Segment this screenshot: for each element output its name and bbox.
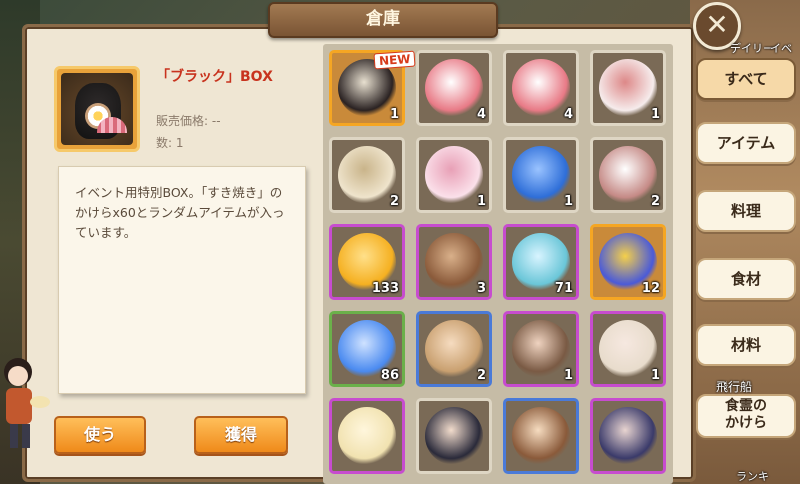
item-count: 1 xyxy=(650,107,660,122)
item-slot[interactable] xyxy=(329,398,405,474)
item-slot[interactable]: 3 xyxy=(416,224,492,300)
clay-pot-icon xyxy=(425,233,483,291)
item-slot[interactable]: 2 xyxy=(329,137,405,213)
item-count: 2 xyxy=(650,194,660,209)
item-count: 1 xyxy=(476,194,486,209)
item-quantity: 数: 1 xyxy=(156,136,184,150)
item-slot[interactable]: 133 xyxy=(329,224,405,300)
tab-5[interactable]: 食霊の かけら xyxy=(696,394,796,438)
brown-eye-spirit-icon xyxy=(599,146,657,204)
cream-spirit-icon xyxy=(338,146,396,204)
item-description: イベント用特別BOX。「すき焼き」のかけらx60とランダムアイテムが入っています… xyxy=(58,166,306,394)
item-slot[interactable] xyxy=(416,398,492,474)
item-slot[interactable]: 1 xyxy=(590,311,666,387)
item-count: 12 xyxy=(641,281,660,296)
item-slot[interactable]: 2 xyxy=(416,311,492,387)
window-title: 倉庫 xyxy=(268,2,498,38)
item-slot[interactable] xyxy=(503,398,579,474)
item-slot[interactable]: 1 xyxy=(503,311,579,387)
red-eye-spirit-icon xyxy=(425,59,483,117)
daily-label[interactable]: デイリー xyxy=(730,40,774,56)
item-slot[interactable]: 1 xyxy=(503,137,579,213)
character-shard-icon xyxy=(599,320,657,378)
tab-2[interactable]: 料理 xyxy=(696,190,796,232)
item-slot[interactable]: 4 xyxy=(503,50,579,126)
item-count: 1 xyxy=(389,107,399,122)
item-count: 1 xyxy=(563,368,573,383)
mascot-character xyxy=(4,358,50,448)
tab-3[interactable]: 食材 xyxy=(696,258,796,300)
blue-ghost-icon xyxy=(512,146,570,204)
character-shard-icon xyxy=(425,407,483,465)
new-badge: NEW xyxy=(373,50,416,70)
item-count: 133 xyxy=(371,281,399,296)
item-name: 「ブラック」BOX xyxy=(156,69,273,85)
item-slot[interactable]: 1 xyxy=(590,50,666,126)
character-shard-icon xyxy=(425,320,483,378)
character-shard-icon xyxy=(599,407,657,465)
white-spirit-icon xyxy=(599,59,657,117)
tab-4[interactable]: 材料 xyxy=(696,324,796,366)
item-slot[interactable]: 86 xyxy=(329,311,405,387)
obtain-button[interactable]: 獲得 xyxy=(194,416,288,454)
character-shard-icon xyxy=(512,320,570,378)
item-slot[interactable] xyxy=(590,398,666,474)
item-count: 71 xyxy=(554,281,573,296)
item-slot[interactable]: 1 xyxy=(416,137,492,213)
item-count: 2 xyxy=(389,194,399,209)
character-shard-icon xyxy=(512,407,570,465)
item-count: 1 xyxy=(650,368,660,383)
item-count: 86 xyxy=(380,368,399,383)
item-count: 1 xyxy=(563,194,573,209)
item-price: 販売価格: -- xyxy=(156,114,221,128)
red-eye-spirit-icon xyxy=(512,59,570,117)
black-box-icon xyxy=(54,66,140,152)
tab-1[interactable]: アイテム xyxy=(696,122,796,164)
item-count: 3 xyxy=(476,281,486,296)
airship-label[interactable]: 飛行船 xyxy=(716,378,752,395)
item-slot[interactable]: 71 xyxy=(503,224,579,300)
item-count: 2 xyxy=(476,368,486,383)
tab-0[interactable]: すべて xyxy=(696,58,796,100)
use-button[interactable]: 使う xyxy=(54,416,146,454)
item-count: 4 xyxy=(563,107,573,122)
item-count: 4 xyxy=(476,107,486,122)
event-label[interactable]: イベ xyxy=(770,40,792,56)
item-slot[interactable]: 2 xyxy=(590,137,666,213)
item-slot[interactable]: 12 xyxy=(590,224,666,300)
character-shard-icon xyxy=(338,407,396,465)
item-slot[interactable]: 4 xyxy=(416,50,492,126)
ranking-label[interactable]: ランキ xyxy=(736,468,769,484)
pink-spirit-icon xyxy=(425,146,483,204)
